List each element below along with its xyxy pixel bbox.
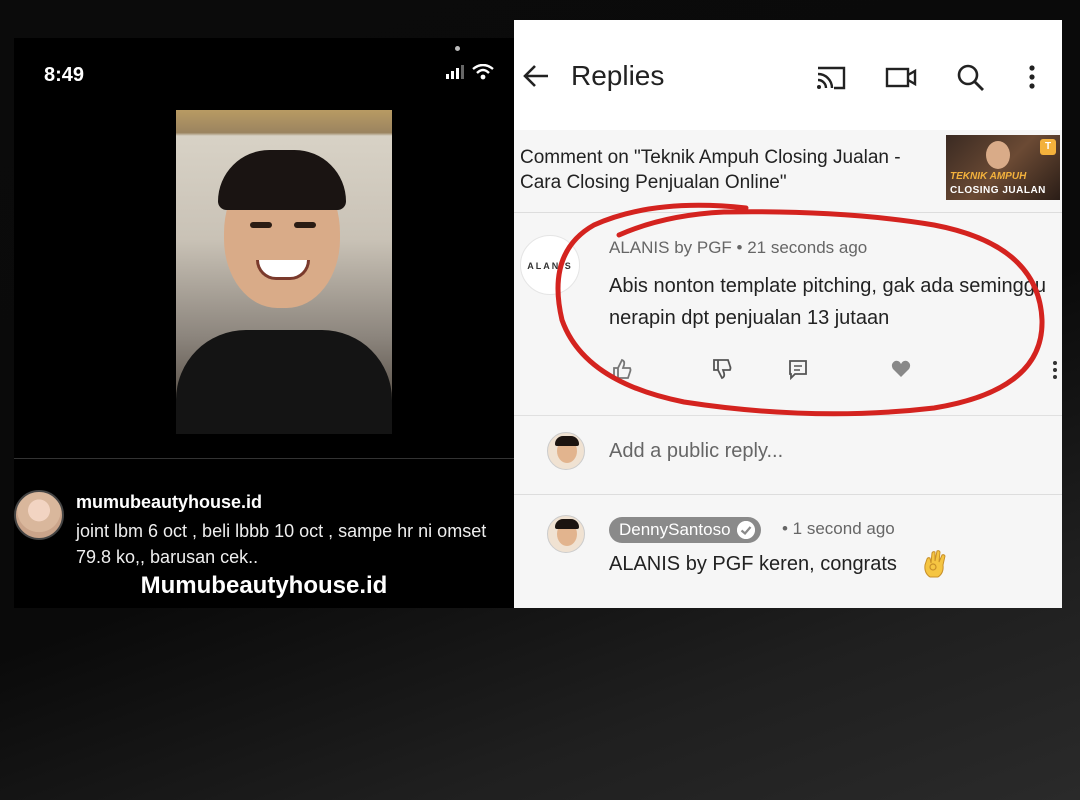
wifi-icon — [472, 64, 494, 80]
avatar[interactable] — [547, 515, 585, 553]
video-thumbnail[interactable]: T TEKNIK AMPUH CLOSING JUALAN — [946, 135, 1060, 200]
youtube-replies-panel: Replies Comment on "Teknik Ampuh Closing… — [514, 20, 1062, 608]
signal-icon — [446, 65, 464, 79]
cast-icon[interactable] — [814, 62, 848, 92]
avatar[interactable] — [14, 490, 64, 540]
status-icons — [446, 64, 494, 80]
testimonial-caption: Mumubeautyhouse.id — [140, 572, 388, 599]
divider — [514, 415, 1062, 416]
author-badge[interactable]: DennySantoso — [609, 517, 761, 543]
app-bar: Replies — [514, 20, 1062, 130]
reply-input[interactable]: Add a public reply... — [609, 440, 783, 463]
more-vert-icon[interactable] — [1052, 360, 1058, 380]
divider — [514, 494, 1062, 495]
verified-check-icon — [736, 521, 755, 539]
thumbnail-face — [986, 141, 1010, 169]
search-icon[interactable] — [954, 62, 988, 92]
camera-dot — [455, 46, 460, 51]
dislike-icon[interactable] — [711, 358, 733, 380]
thumbnail-line1: TEKNIK AMPUH — [950, 171, 1027, 182]
status-time: 8:49 — [44, 64, 85, 86]
thumbnail-badge: T — [1040, 139, 1056, 155]
instagram-live-panel: 8:49 mumubeautyhouse.id joint lbm 6 oct … — [14, 38, 514, 608]
like-icon[interactable] — [611, 358, 633, 380]
avatar[interactable]: ALANIS — [520, 235, 580, 295]
page-title: Replies — [571, 60, 665, 91]
more-vert-icon[interactable] — [1022, 62, 1042, 92]
comment-text: Abis nonton template pitching, gak ada s… — [609, 275, 1046, 329]
person-eye-right — [294, 222, 316, 228]
heart-icon[interactable] — [890, 358, 912, 380]
divider — [514, 212, 1062, 213]
comment-username[interactable]: mumubeautyhouse.id — [76, 492, 262, 513]
video-reference[interactable]: Comment on "Teknik Ampuh Closing Jualan … — [520, 145, 940, 195]
person-hair — [218, 150, 346, 210]
person-shirt — [176, 330, 392, 434]
comment-text: joint lbm 6 oct , beli lbbb 10 oct , sam… — [76, 521, 487, 567]
person-eye-left — [250, 222, 272, 228]
reply-text: ALANIS by PGF keren, congrats — [609, 553, 897, 575]
thumbnail-line2: CLOSING JUALAN — [950, 185, 1046, 196]
live-video-frame — [176, 110, 392, 434]
avatar[interactable] — [547, 432, 585, 470]
video-camera-icon[interactable] — [884, 62, 918, 92]
avatar-hair — [555, 436, 579, 446]
ok-hand-emoji-icon — [924, 550, 946, 578]
reply-time: • 1 second ago — [782, 519, 895, 538]
divider — [14, 458, 514, 459]
back-arrow-icon[interactable] — [522, 62, 550, 90]
avatar-hair — [555, 519, 579, 529]
comment-meta: ALANIS by PGF • 21 seconds ago — [609, 238, 868, 257]
reply-author: DennySantoso — [619, 520, 731, 539]
reply-icon[interactable] — [787, 358, 809, 380]
